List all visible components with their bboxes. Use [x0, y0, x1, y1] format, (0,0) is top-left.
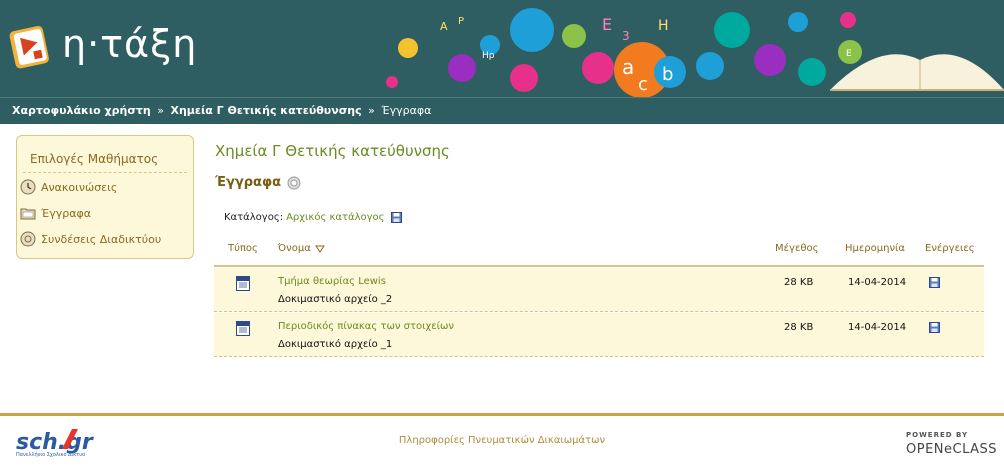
column-header-actions: Ενέργειες — [925, 243, 975, 254]
banner-letter: 3 — [622, 29, 630, 43]
banner-letter: E — [846, 49, 852, 59]
sidebar-item-documents[interactable]: Έγγραφα — [20, 204, 91, 222]
sort-desc-icon[interactable] — [314, 245, 325, 253]
row-divider — [214, 311, 984, 312]
banner-letter: A — [440, 20, 448, 33]
table-row: Τμήμα θεωρίας Lewis Δοκιμαστικό αρχείο _… — [214, 268, 984, 312]
education-banner: A P E 3 H a c b Hρ E — [380, 0, 1004, 97]
file-date: 14-04-2014 — [848, 277, 907, 288]
column-header-size: Μέγεθος — [775, 243, 819, 254]
column-header-name-label: Όνομα — [278, 243, 311, 254]
breadcrumb-separator: » — [368, 104, 375, 117]
sidebar-item-label: Ανακοινώσεις — [41, 180, 118, 194]
table-row: Περιοδικός πίνακας των στοιχείων Δοκιμασ… — [214, 313, 984, 357]
eclass-logo-icon[interactable] — [8, 22, 52, 70]
sidebar-item-links[interactable]: Συνδέσεις Διαδικτύου — [20, 230, 161, 248]
column-header-type: Τύπος — [228, 243, 258, 254]
clock-icon — [20, 179, 36, 195]
word-document-icon — [236, 321, 250, 336]
banner-letter: c — [638, 74, 648, 95]
breadcrumb: Χαρτοφυλάκιο χρήστη » Χημεία Γ Θετικής κ… — [12, 104, 431, 117]
menu-title: Επιλογές Μαθήματος — [30, 152, 159, 166]
help-icon[interactable] — [287, 176, 301, 190]
file-name-link[interactable]: Τμήμα θεωρίας Lewis — [278, 276, 386, 287]
breadcrumb-separator: » — [157, 104, 164, 117]
word-document-icon — [236, 276, 250, 291]
breadcrumb-portfolio-link[interactable]: Χαρτοφυλάκιο χρήστη — [12, 104, 151, 117]
banner-letter: P — [458, 16, 464, 27]
save-icon[interactable] — [390, 212, 402, 223]
file-size: 28 KB — [784, 277, 814, 288]
powered-by-label: POWERED BY — [906, 431, 969, 439]
header: η·τάξη A P E 3 H a c b Hρ E — [0, 0, 1004, 97]
section-title: Έγγραφα — [215, 175, 282, 190]
save-icon[interactable] — [929, 277, 940, 288]
file-date: 14-04-2014 — [848, 322, 907, 333]
footer-divider — [0, 413, 1004, 416]
links-icon — [20, 231, 36, 247]
sidebar-item-label: Συνδέσεις Διαδικτύου — [41, 232, 162, 246]
breadcrumb-bar: Χαρτοφυλάκιο χρήστη » Χημεία Γ Θετικής κ… — [0, 97, 1004, 124]
sidebar-item-label: Έγγραφα — [41, 206, 91, 220]
copyright-link-text[interactable]: Πληροφορίες Πνευματικών Δικαιωμάτων — [399, 435, 605, 446]
sch-tagline: Πανελλήνιο Σχολικό Δίκτυο — [16, 452, 86, 458]
column-header-name[interactable]: Όνομα — [278, 243, 325, 254]
save-icon[interactable] — [929, 322, 940, 333]
banner-letter: E — [602, 15, 612, 34]
file-name-link[interactable]: Περιοδικός πίνακας των στοιχείων — [278, 321, 454, 332]
breadcrumb-course-link[interactable]: Χημεία Γ Θετικής κατεύθυνσης — [170, 104, 361, 117]
openclass-logo[interactable]: OPENeCLASS — [906, 442, 997, 457]
catalog-label: Κατάλογος: — [224, 212, 284, 223]
section-title-row: Έγγραφα — [215, 175, 301, 190]
site-logo-text[interactable]: η·τάξη — [62, 22, 197, 66]
course-options-menu: Επιλογές Μαθήματος Ανακοινώσεις Έγγραφα … — [16, 135, 194, 259]
catalog-row: Κατάλογος: Αρχικός κατάλογος — [224, 212, 402, 223]
catalog-link[interactable]: Αρχικός κατάλογος — [286, 212, 384, 223]
folder-icon — [20, 208, 36, 220]
course-title: Χημεία Γ Θετικής κατεύθυνσης — [215, 142, 450, 160]
sidebar-item-announcements[interactable]: Ανακοινώσεις — [20, 178, 117, 196]
banner-letter: b — [662, 64, 673, 85]
banner-letter: Hρ — [482, 51, 495, 61]
copyright-link: Πληροφορίες Πνευματικών Δικαιωμάτων — [0, 435, 1004, 446]
banner-letter: a — [622, 55, 634, 79]
menu-divider — [23, 172, 187, 173]
header-divider — [214, 265, 984, 267]
banner-letter: H — [658, 18, 669, 34]
file-size: 28 KB — [784, 322, 814, 333]
file-description: Δοκιμαστικό αρχείο _1 — [278, 339, 393, 350]
row-divider — [214, 356, 984, 357]
column-header-date: Ημερομηνία — [845, 243, 906, 254]
file-description: Δοκιμαστικό αρχείο _2 — [278, 294, 393, 305]
breadcrumb-current: Έγγραφα — [381, 104, 432, 117]
